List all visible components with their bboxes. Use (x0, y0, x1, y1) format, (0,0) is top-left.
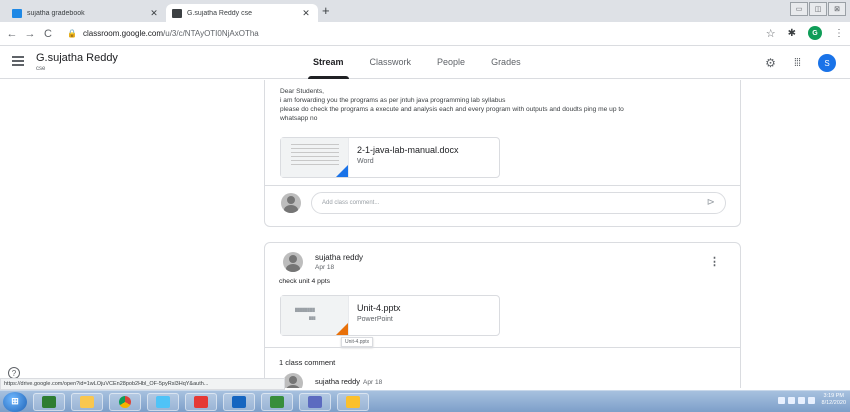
classroom-header: G.sujatha Reddy cse Stream Classwork Peo… (0, 46, 850, 79)
comment-author: sujatha reddy Apr 18 (315, 377, 382, 386)
post-line: whatsapp no (280, 115, 318, 122)
comment-placeholder: Add class comment... (322, 200, 380, 206)
word-badge-icon (336, 165, 348, 177)
taskbar-excel-icon[interactable] (261, 392, 293, 411)
browser-menu-icon[interactable]: ⋮ (834, 28, 844, 39)
taskbar-display-icon[interactable] (299, 392, 331, 411)
tab-close-icon[interactable]: ✕ (300, 8, 312, 19)
extension-icon[interactable]: ✱ (788, 28, 796, 39)
close-window-icon[interactable]: ⊠ (828, 2, 846, 16)
url-domain: classroom.google.com (82, 29, 164, 38)
taskbar-excel-icon[interactable] (33, 392, 65, 411)
post-line: i am forwarding you the programs as per … (280, 97, 506, 104)
browser-tab-class[interactable]: G.sujatha Reddy cse ✕ (166, 4, 318, 22)
forward-icon[interactable]: → (21, 28, 39, 40)
clock-date: 8/12/2020 (821, 400, 846, 406)
tray-icon[interactable] (787, 396, 795, 404)
class-title[interactable]: G.sujatha Reddy (36, 52, 118, 64)
attachment-name: 2-1-java-lab-manual.docx (357, 145, 459, 155)
user-avatar[interactable]: S (818, 54, 836, 72)
attachment-name: Unit-4.pptx (357, 303, 401, 313)
back-icon[interactable]: ← (3, 28, 21, 40)
post-line: Dear Students, (280, 88, 324, 95)
tab-people[interactable]: People (424, 46, 478, 79)
classroom-favicon-icon (172, 8, 182, 18)
comment-author-name: sujatha reddy (315, 377, 361, 386)
tab-classwork[interactable]: Classwork (357, 46, 425, 79)
address-bar[interactable]: classroom.google.com/u/3/c/NTAyOTI0NjAxO… (83, 29, 259, 38)
attachment-tooltip: Unit-4.pptx (341, 337, 374, 347)
link-status-bar: https://drive.google.com/open?id=1wLOjuV… (0, 378, 285, 390)
settings-gear-icon[interactable]: ⚙ (765, 56, 776, 70)
divider (265, 185, 740, 186)
taskbar-network-icon[interactable] (147, 392, 179, 411)
class-comments-count[interactable]: 1 class comment (279, 358, 335, 367)
class-nav-tabs: Stream Classwork People Grades (300, 46, 534, 79)
tray-icon[interactable] (797, 396, 805, 404)
send-icon[interactable]: ⊳ (707, 197, 715, 208)
post-line: please do check the programs a execute a… (280, 106, 624, 113)
windows-taskbar: ⊞ 3:19 PM 8/12/2020 (0, 390, 850, 412)
taskbar-app-icon[interactable] (185, 392, 217, 411)
more-options-icon[interactable]: ⋮ (709, 255, 720, 268)
bookmark-star-icon[interactable]: ☆ (766, 27, 776, 40)
url-path: /u/3/c/NTAyOTI0NjAxOTha (163, 29, 259, 38)
commenter-avatar (283, 373, 303, 388)
main-menu-icon[interactable] (12, 56, 24, 66)
attachment-card[interactable]: ████████ ███ Unit-4.pptx PowerPoint (280, 295, 500, 336)
tab-stream[interactable]: Stream (300, 46, 357, 79)
post-text: Dear Students, i am forwarding you the p… (280, 87, 735, 123)
slide-thumb-sub: ███ (309, 316, 316, 320)
stream-post: Dear Students, i am forwarding you the p… (264, 80, 741, 227)
post-date: Apr 18 (315, 264, 335, 271)
tab-close-icon[interactable]: ✕ (148, 8, 160, 19)
browser-tab-strip: sujatha gradebook ✕ G.sujatha Reddy cse … (0, 0, 850, 22)
minimize-icon[interactable]: ▭ (790, 2, 808, 16)
lock-icon[interactable]: 🔒 (67, 29, 77, 38)
new-tab-button[interactable]: + (322, 4, 330, 18)
system-tray: 3:19 PM 8/12/2020 (777, 393, 846, 407)
tab-grades[interactable]: Grades (478, 46, 534, 79)
maximize-icon[interactable]: ◫ (809, 2, 827, 16)
post-author: sujatha reddy (315, 253, 364, 262)
browser-toolbar: ← → C 🔒 classroom.google.com/u/3/c/NTAyO… (0, 22, 850, 46)
classroom-favicon-icon (12, 8, 22, 18)
class-section: cse (36, 66, 46, 72)
attachment-type: Word (357, 158, 374, 165)
tray-icon[interactable] (777, 396, 785, 404)
attachment-type: PowerPoint (357, 316, 393, 323)
attachment-card[interactable]: 2-1-java-lab-manual.docx Word (280, 137, 500, 178)
author-avatar (283, 252, 303, 272)
taskbar-explorer-icon[interactable] (71, 392, 103, 411)
commenter-avatar (281, 193, 301, 213)
slide-thumb-title: ████████ (295, 308, 315, 312)
stream-content: Dear Students, i am forwarding you the p… (0, 80, 850, 388)
windows-start-button[interactable]: ⊞ (3, 391, 27, 412)
window-controls: ▭ ◫ ⊠ (790, 2, 846, 16)
powerpoint-badge-icon (336, 323, 348, 335)
taskbar-clock[interactable]: 3:19 PM 8/12/2020 (822, 393, 846, 407)
comment-date: Apr 18 (363, 379, 383, 386)
browser-profile-avatar[interactable]: G (808, 26, 822, 40)
stream-post: sujatha reddy Apr 18 ⋮ check unit 4 ppts… (264, 242, 741, 388)
reload-icon[interactable]: C (39, 28, 57, 40)
google-apps-icon[interactable]: ⁞⁞⁞ (794, 57, 801, 69)
browser-tab-gradebook[interactable]: sujatha gradebook ✕ (6, 4, 166, 22)
tray-icon[interactable] (807, 396, 815, 404)
taskbar-paint-icon[interactable] (337, 392, 369, 411)
taskbar-chrome-icon[interactable] (109, 392, 141, 411)
post-body: check unit 4 ppts (279, 278, 331, 285)
attachment-thumbnail: ████████ ███ (281, 296, 349, 335)
tab-title: G.sujatha Reddy cse (187, 9, 252, 17)
clock-time: 3:19 PM (823, 393, 844, 399)
class-comment-input[interactable]: Add class comment... ⊳ (311, 192, 726, 214)
divider (265, 347, 740, 348)
tab-title: sujatha gradebook (27, 9, 85, 17)
attachment-thumbnail (281, 138, 349, 177)
windows-logo-icon: ⊞ (11, 396, 19, 406)
taskbar-word-icon[interactable] (223, 392, 255, 411)
